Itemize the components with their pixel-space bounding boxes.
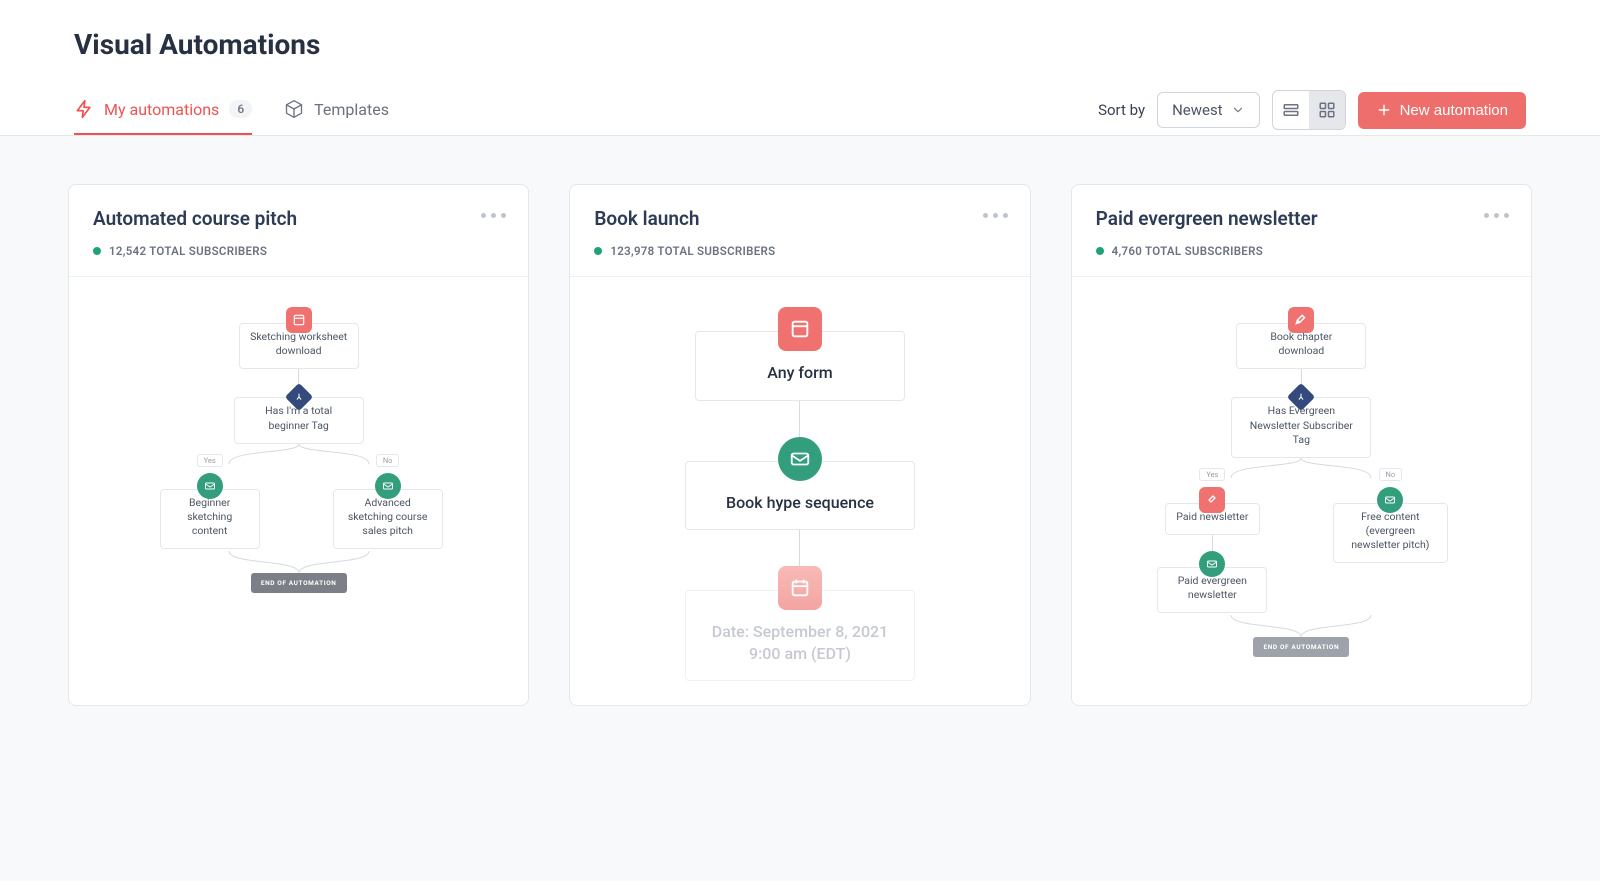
plus-icon — [1376, 102, 1392, 118]
branch-yes-label: Yes — [1199, 468, 1225, 481]
automation-card[interactable]: Automated course pitch 12,542 TOTAL SUBS… — [68, 184, 529, 706]
status-dot-icon — [93, 247, 101, 255]
new-automation-button[interactable]: New automation — [1358, 92, 1526, 129]
mail-icon — [1377, 487, 1403, 513]
branch-yes-label: Yes — [197, 454, 223, 467]
flow-preview: Any form Book hype sequence Date: Septem… — [570, 277, 1029, 705]
tab-my-automations[interactable]: My automations 6 — [74, 85, 252, 135]
card-title: Book launch — [594, 207, 1005, 230]
tab-templates[interactable]: Templates — [284, 85, 389, 135]
status-dot-icon — [594, 247, 602, 255]
sort-label: Sort by — [1098, 101, 1145, 119]
tabs: My automations 6 Templates — [74, 85, 389, 135]
flow-preview: Sketching worksheet download Has I'm a t… — [69, 277, 528, 705]
subscribers-count: 123,978 TOTAL SUBSCRIBERS — [610, 244, 775, 258]
branch-no-label: No — [376, 454, 400, 467]
form-icon — [286, 307, 312, 333]
automations-count-badge: 6 — [229, 100, 252, 118]
tab-label: My automations — [104, 100, 219, 119]
sort-select[interactable]: Newest — [1157, 92, 1260, 128]
more-options-button[interactable] — [983, 213, 1008, 218]
controls: Sort by Newest New automation — [1098, 90, 1526, 130]
cube-icon — [284, 99, 304, 119]
form-icon — [778, 307, 822, 351]
automation-icon — [74, 99, 94, 119]
mail-icon — [778, 437, 822, 481]
automation-card[interactable]: Book launch 123,978 TOTAL SUBSCRIBERS An… — [569, 184, 1030, 706]
calendar-icon — [778, 566, 822, 610]
mail-icon — [197, 473, 223, 499]
more-options-button[interactable] — [1484, 213, 1509, 218]
flow-preview: Book chapter download Has Evergreen News… — [1072, 277, 1531, 705]
view-toggle — [1272, 90, 1346, 130]
more-options-button[interactable] — [481, 213, 506, 218]
subscribers-count: 4,760 TOTAL SUBSCRIBERS — [1112, 244, 1263, 258]
end-of-automation-badge: END OF AUTOMATION — [251, 573, 347, 593]
end-of-automation-badge: END OF AUTOMATION — [1253, 637, 1349, 657]
chevron-down-icon — [1231, 103, 1245, 117]
status-dot-icon — [1096, 247, 1104, 255]
tag-icon — [1199, 487, 1225, 513]
view-list-button[interactable] — [1273, 91, 1309, 129]
page-title: Visual Automations — [74, 28, 1526, 61]
mail-icon — [375, 473, 401, 499]
view-grid-button[interactable] — [1309, 91, 1345, 129]
new-automation-label: New automation — [1400, 102, 1508, 119]
card-title: Paid evergreen newsletter — [1096, 207, 1507, 230]
sort-value: Newest — [1172, 101, 1223, 119]
automation-card[interactable]: Paid evergreen newsletter 4,760 TOTAL SU… — [1071, 184, 1532, 706]
subscribers-count: 12,542 TOTAL SUBSCRIBERS — [109, 244, 267, 258]
form-icon — [1288, 307, 1314, 333]
tab-label: Templates — [314, 100, 389, 119]
branch-no-label: No — [1379, 468, 1403, 481]
card-title: Automated course pitch — [93, 207, 504, 230]
